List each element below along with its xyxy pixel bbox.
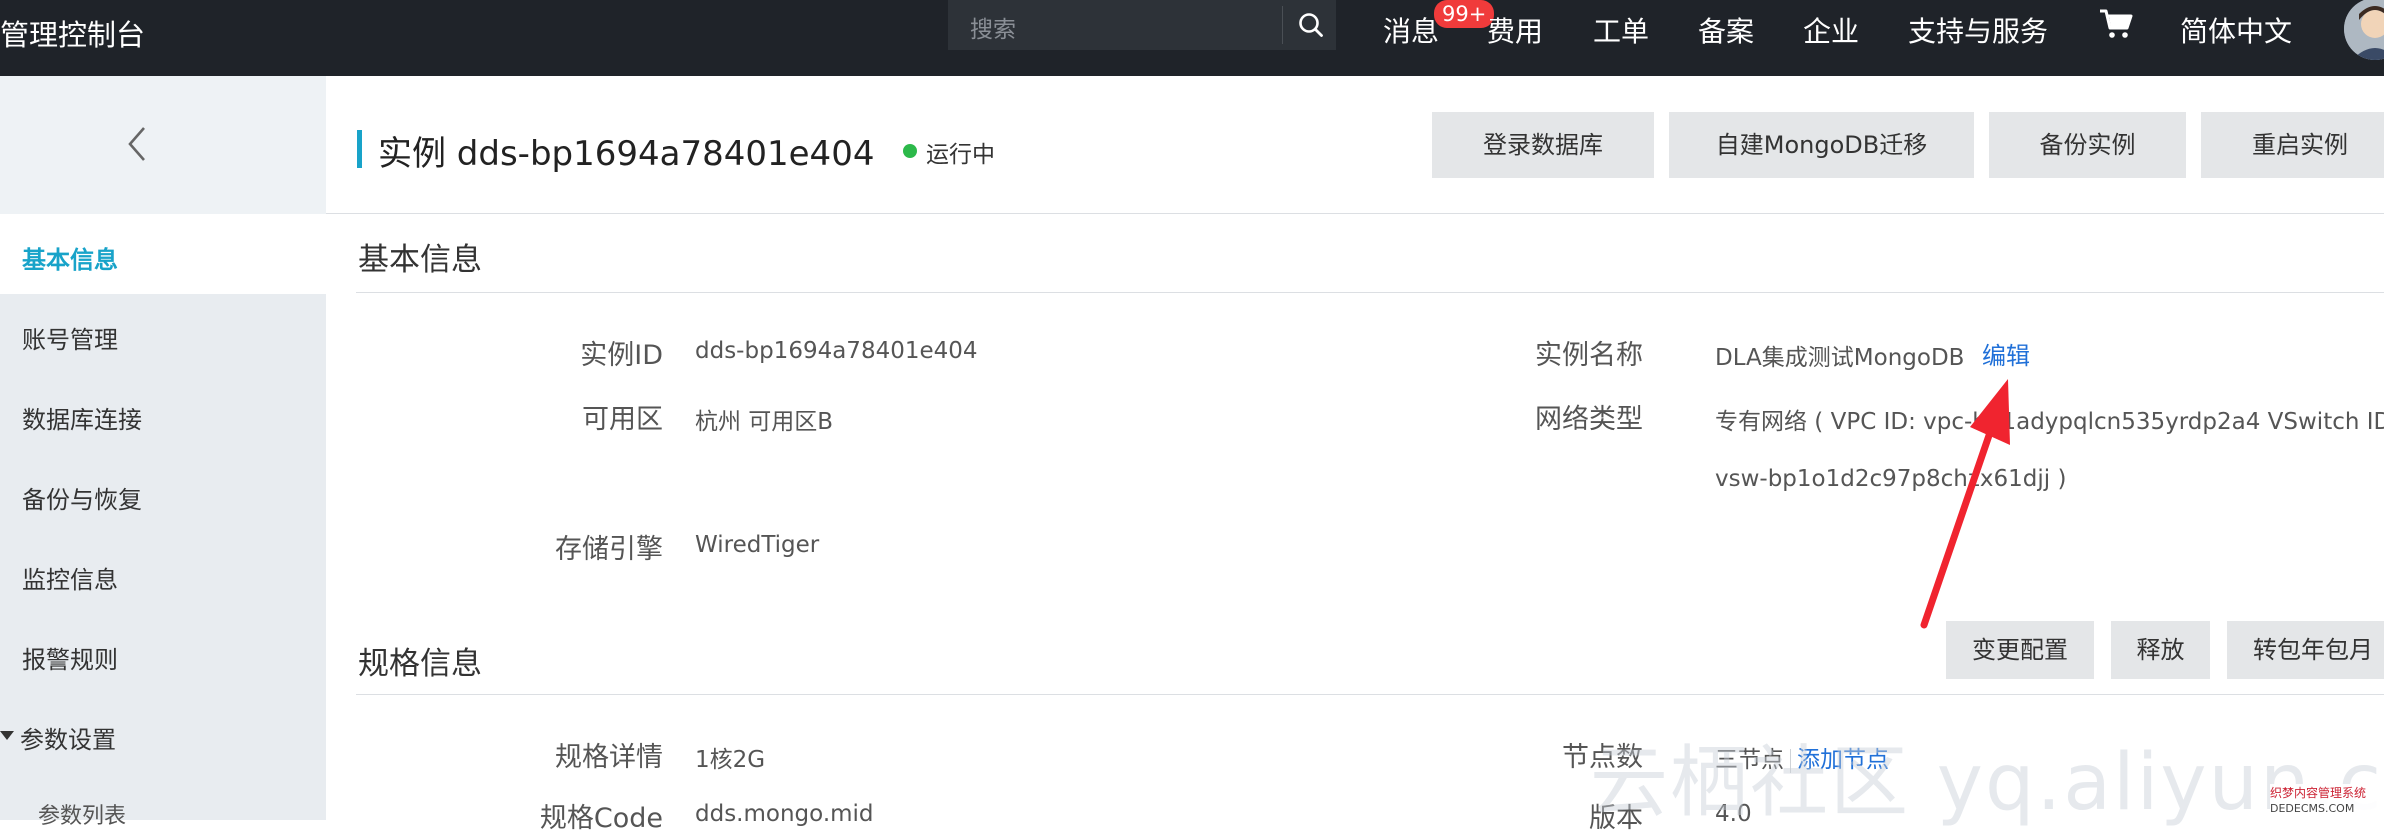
sidebar-item-backup[interactable]: 备份与恢复 xyxy=(22,480,142,515)
sidebar-subitem-parameter-list[interactable]: 参数列表 xyxy=(38,798,126,830)
instance-id-label: 实例ID xyxy=(580,340,663,371)
storage-engine-value: WiredTiger xyxy=(695,532,820,558)
sidebar: 基本信息 账号管理 数据库连接 备份与恢复 监控信息 报警规则 参数设置 参数列… xyxy=(0,76,326,829)
network-type-label: 网络类型 xyxy=(1535,404,1643,435)
nav-enterprise[interactable]: 企业 xyxy=(1803,10,1859,50)
nav-tickets[interactable]: 工单 xyxy=(1593,10,1649,50)
instance-name-value: DLA集成测试MongoDB xyxy=(1715,345,1965,371)
yunqi-watermark: 云栖社区 yq.aliyun.com xyxy=(1590,738,2384,828)
zone-value: 杭州 可用区B xyxy=(695,409,834,435)
search-input[interactable]: 搜索 xyxy=(970,10,1016,44)
storage-engine-label: 存储引擎 xyxy=(555,534,663,565)
page-title: 实例 dds-bp1694a78401e404 xyxy=(378,134,875,174)
watermark-logo-line1: 织梦内容管理系统 xyxy=(2270,786,2367,800)
restart-instance-button[interactable]: 重启实例 xyxy=(2201,112,2384,178)
section-title-spec-info: 规格信息 xyxy=(358,646,482,682)
search-divider xyxy=(1282,6,1283,44)
spec-code-value: dds.mongo.mid xyxy=(695,801,874,827)
login-database-button[interactable]: 登录数据库 xyxy=(1432,112,1654,178)
sidebar-item-alert-rules[interactable]: 报警规则 xyxy=(22,640,118,675)
nav-icp-filing[interactable]: 备案 xyxy=(1698,10,1754,50)
section-title-basic-info: 基本信息 xyxy=(358,242,482,278)
status-dot-icon xyxy=(903,144,917,158)
section-divider xyxy=(356,694,2384,695)
dedecms-watermark-logo: 织梦内容管理系统 DEDECMS.COM xyxy=(2270,784,2380,818)
sidebar-item-db-connection[interactable]: 数据库连接 xyxy=(22,400,142,435)
cart-icon[interactable] xyxy=(2098,8,2134,40)
header-divider xyxy=(326,213,2384,214)
section-divider xyxy=(356,292,2384,293)
edit-name-link[interactable]: 编辑 xyxy=(1982,336,2030,371)
top-navigation-bar: 管理控制台 搜索 消息 99+ 费用 工单 备案 企业 支持与服务 简体中文 xyxy=(0,0,2384,76)
instance-id-value: dds-bp1694a78401e404 xyxy=(695,338,978,364)
chevron-left-icon[interactable] xyxy=(122,124,152,164)
sidebar-item-monitoring[interactable]: 监控信息 xyxy=(22,560,118,595)
sidebar-item-accounts[interactable]: 账号管理 xyxy=(22,320,118,355)
language-switcher[interactable]: 简体中文 xyxy=(2180,10,2292,50)
nav-support[interactable]: 支持与服务 xyxy=(1908,10,2048,50)
network-type-value-line1: 专有网络 ( VPC ID: vpc-bp1adypqlcn535yrdp2a4… xyxy=(1715,409,2384,435)
mongodb-migration-button[interactable]: 自建MongoDB迁移 xyxy=(1669,112,1974,178)
zone-label: 可用区 xyxy=(582,404,663,435)
triangle-down-icon[interactable] xyxy=(0,731,14,740)
status-badge: 运行中 xyxy=(926,142,995,168)
nav-messages[interactable]: 消息 xyxy=(1383,10,1439,50)
console-brand-link[interactable]: 管理控制台 xyxy=(0,12,145,54)
instance-name-label: 实例名称 xyxy=(1535,340,1643,371)
spec-detail-value: 1核2G xyxy=(695,747,766,773)
backup-instance-button[interactable]: 备份实例 xyxy=(1989,112,2186,178)
search-box[interactable]: 搜索 xyxy=(948,0,1336,50)
watermark-logo-line2: DEDECMS.COM xyxy=(2270,802,2355,815)
spec-detail-label: 规格详情 xyxy=(555,742,663,773)
sidebar-item-basic-info[interactable]: 基本信息 xyxy=(22,240,118,275)
annotation-arrow-icon xyxy=(1920,379,2010,629)
user-avatar-icon[interactable] xyxy=(2344,0,2384,60)
nav-billing[interactable]: 费用 xyxy=(1487,10,1543,50)
sidebar-item-parameters[interactable]: 参数设置 xyxy=(20,720,116,755)
sidebar-collapse-button[interactable] xyxy=(0,76,326,214)
message-count-badge: 99+ xyxy=(1434,0,1495,28)
switch-to-subscription-button[interactable]: 转包年包月 xyxy=(2227,621,2384,679)
title-accent-bar xyxy=(357,130,362,168)
search-icon[interactable] xyxy=(1288,2,1334,48)
release-button[interactable]: 释放 xyxy=(2111,621,2210,679)
spec-code-label: 规格Code xyxy=(539,803,663,834)
